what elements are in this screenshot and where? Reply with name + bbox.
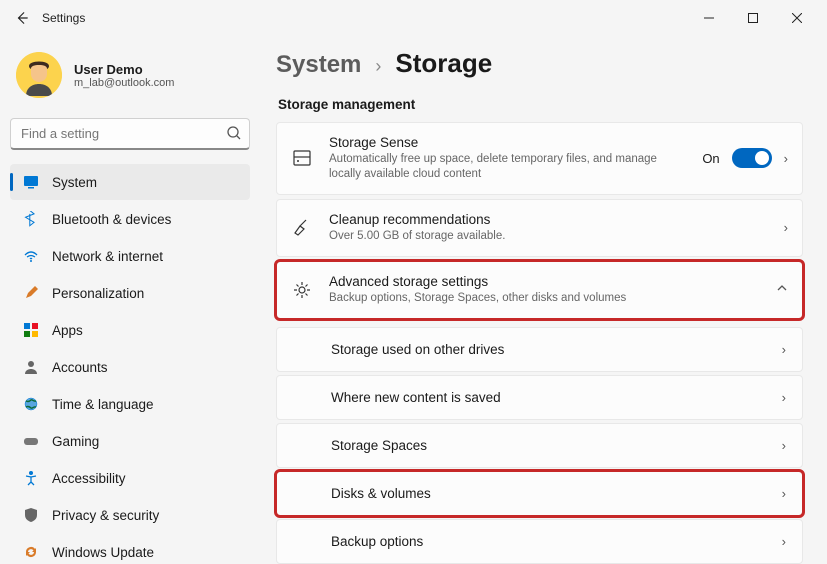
accessibility-icon: [22, 469, 40, 487]
storage-sense-card[interactable]: Storage Sense Automatically free up spac…: [276, 122, 803, 195]
sidebar-item-label: Accounts: [52, 360, 108, 375]
main-panel: System › Storage Storage management Stor…: [260, 36, 827, 564]
chevron-up-icon: [776, 282, 788, 297]
sidebar-item-label: Windows Update: [52, 545, 154, 560]
minimize-button[interactable]: [687, 2, 731, 34]
sidebar-item-apps[interactable]: Apps: [10, 312, 250, 348]
sidebar-item-time[interactable]: Time & language: [10, 386, 250, 422]
chevron-right-icon: ›: [375, 56, 381, 77]
search-icon: [226, 125, 242, 146]
sidebar-item-label: Gaming: [52, 434, 99, 449]
bluetooth-icon: [22, 210, 40, 228]
update-icon: [22, 543, 40, 561]
maximize-icon: [748, 13, 758, 23]
sub-where-new-content[interactable]: Where new content is saved ›: [276, 375, 803, 420]
person-icon: [22, 358, 40, 376]
close-icon: [792, 13, 802, 23]
nav-list: System Bluetooth & devices Network & int…: [10, 164, 250, 564]
page-title: Storage: [395, 48, 492, 79]
search-container: [10, 118, 250, 150]
storage-sense-toggle[interactable]: [732, 148, 772, 168]
chevron-right-icon: ›: [782, 438, 786, 453]
sidebar-item-network[interactable]: Network & internet: [10, 238, 250, 274]
section-heading: Storage management: [278, 97, 803, 112]
sidebar-item-label: Network & internet: [52, 249, 163, 264]
profile-name: User Demo: [74, 62, 174, 77]
cleanup-card[interactable]: Cleanup recommendations Over 5.00 GB of …: [276, 199, 803, 257]
profile-block[interactable]: User Demo m_lab@outlook.com: [10, 46, 250, 114]
sub-label: Backup options: [331, 534, 423, 549]
title-bar: Settings: [0, 0, 827, 36]
chevron-right-icon: ›: [782, 342, 786, 357]
profile-email: m_lab@outlook.com: [74, 77, 174, 89]
sub-storage-other-drives[interactable]: Storage used on other drives ›: [276, 327, 803, 372]
sidebar-item-label: System: [52, 175, 97, 190]
wifi-icon: [22, 247, 40, 265]
breadcrumb-parent[interactable]: System: [276, 51, 361, 79]
chevron-right-icon: ›: [784, 151, 788, 166]
gear-icon: [291, 280, 313, 300]
window-title: Settings: [42, 11, 85, 25]
arrow-left-icon: [15, 11, 29, 25]
back-button[interactable]: [8, 4, 36, 32]
toggle-state-label: On: [702, 151, 719, 166]
advanced-storage-card[interactable]: Advanced storage settings Backup options…: [276, 261, 803, 319]
card-subtitle: Over 5.00 GB of storage available.: [329, 229, 669, 244]
sidebar-item-label: Personalization: [52, 286, 144, 301]
sidebar: User Demo m_lab@outlook.com System Bluet…: [0, 36, 260, 564]
sidebar-item-accessibility[interactable]: Accessibility: [10, 460, 250, 496]
card-title: Cleanup recommendations: [329, 212, 768, 227]
chevron-right-icon: ›: [784, 220, 788, 235]
sidebar-item-update[interactable]: Windows Update: [10, 534, 250, 564]
gamepad-icon: [22, 432, 40, 450]
sidebar-item-label: Apps: [52, 323, 83, 338]
chevron-right-icon: ›: [782, 486, 786, 501]
sub-label: Disks & volumes: [331, 486, 431, 501]
drive-icon: [291, 148, 313, 168]
card-title: Advanced storage settings: [329, 274, 760, 289]
search-input[interactable]: [10, 118, 250, 150]
chevron-right-icon: ›: [782, 390, 786, 405]
sidebar-item-bluetooth[interactable]: Bluetooth & devices: [10, 201, 250, 237]
sidebar-item-label: Time & language: [52, 397, 154, 412]
sub-disks-volumes[interactable]: Disks & volumes ›: [276, 471, 803, 516]
sub-label: Storage Spaces: [331, 438, 427, 453]
sidebar-item-personalization[interactable]: Personalization: [10, 275, 250, 311]
apps-icon: [22, 321, 40, 339]
close-button[interactable]: [775, 2, 819, 34]
card-subtitle: Backup options, Storage Spaces, other di…: [329, 291, 669, 306]
sidebar-item-gaming[interactable]: Gaming: [10, 423, 250, 459]
advanced-sublist: Storage used on other drives › Where new…: [276, 327, 803, 564]
sidebar-item-label: Privacy & security: [52, 508, 159, 523]
minimize-icon: [704, 13, 714, 23]
chevron-right-icon: ›: [782, 534, 786, 549]
maximize-button[interactable]: [731, 2, 775, 34]
sidebar-item-system[interactable]: System: [10, 164, 250, 200]
avatar: [16, 52, 62, 98]
brush-icon: [22, 284, 40, 302]
sidebar-item-label: Bluetooth & devices: [52, 212, 171, 227]
sub-storage-spaces[interactable]: Storage Spaces ›: [276, 423, 803, 468]
sub-label: Where new content is saved: [331, 390, 501, 405]
broom-icon: [291, 218, 313, 238]
sidebar-item-label: Accessibility: [52, 471, 126, 486]
sidebar-item-accounts[interactable]: Accounts: [10, 349, 250, 385]
shield-icon: [22, 506, 40, 524]
sub-backup-options[interactable]: Backup options ›: [276, 519, 803, 564]
system-icon: [22, 173, 40, 191]
sub-label: Storage used on other drives: [331, 342, 504, 357]
breadcrumb: System › Storage: [276, 48, 803, 79]
card-title: Storage Sense: [329, 135, 686, 150]
globe-icon: [22, 395, 40, 413]
sidebar-item-privacy[interactable]: Privacy & security: [10, 497, 250, 533]
card-subtitle: Automatically free up space, delete temp…: [329, 152, 669, 182]
